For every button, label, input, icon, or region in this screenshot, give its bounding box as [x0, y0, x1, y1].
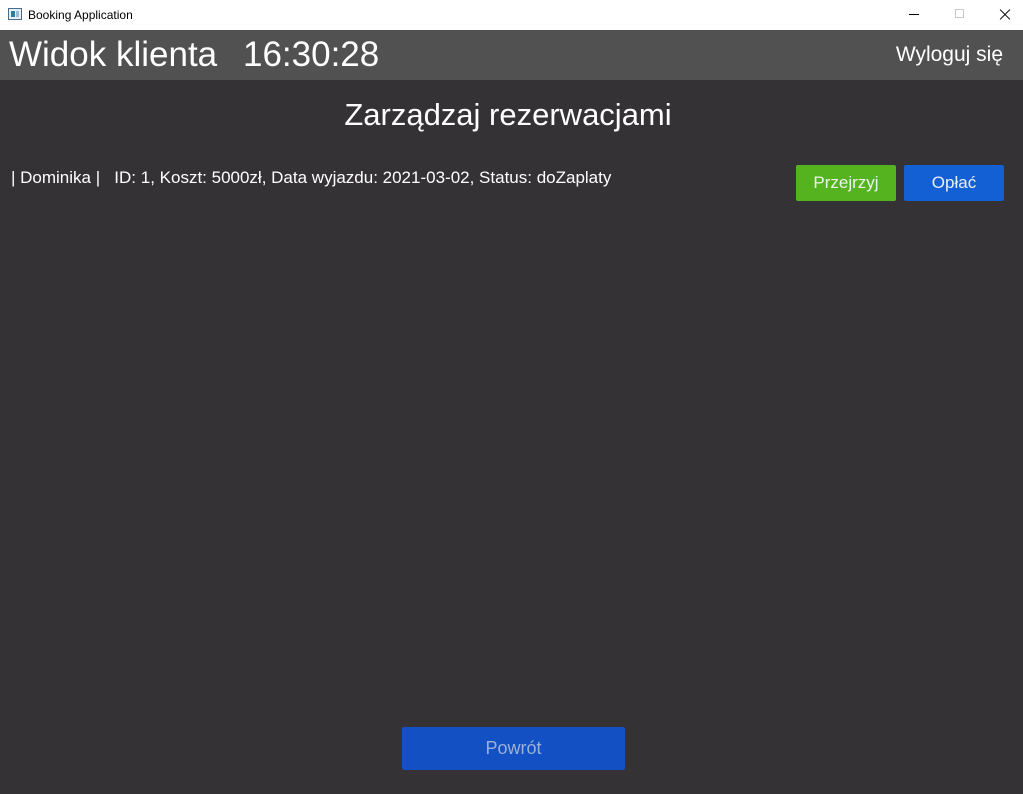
minimize-button[interactable] — [891, 0, 937, 30]
window-titlebar: Booking Application — [0, 0, 1023, 30]
app-header: Widok klienta 16:30:28 Wyloguj się — [0, 30, 1023, 80]
app-icon — [8, 8, 22, 20]
close-button[interactable] — [981, 0, 1023, 30]
page-title: Zarządzaj rezerwacjami — [344, 97, 672, 132]
reservation-info: | Dominika | ID: 1, Koszt: 5000zł, Data … — [11, 168, 612, 187]
pay-button[interactable]: Opłać — [904, 165, 1004, 201]
logout-button[interactable]: Wyloguj się — [896, 30, 1003, 80]
view-button[interactable]: Przejrzyj — [796, 165, 896, 201]
window-title: Booking Application — [28, 8, 133, 22]
view-title: Widok klienta — [9, 35, 218, 74]
maximize-button[interactable] — [937, 0, 983, 30]
reservation-row: | Dominika | ID: 1, Koszt: 5000zł, Data … — [0, 160, 1023, 206]
clock: 16:30:28 — [243, 35, 380, 74]
back-button[interactable]: Powrót — [402, 727, 625, 770]
